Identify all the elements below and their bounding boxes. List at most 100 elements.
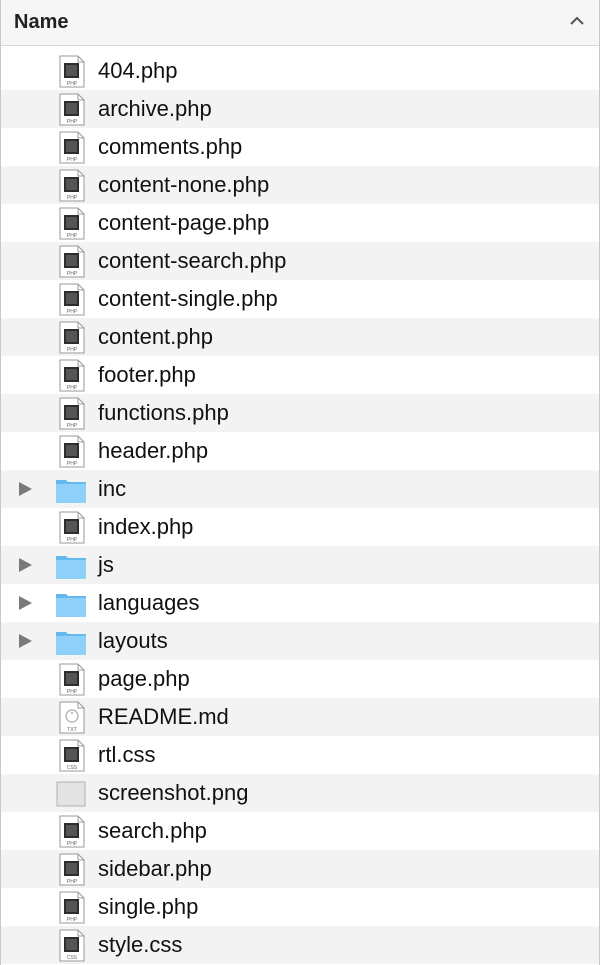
php-file-icon: PHP [59,815,85,848]
svg-text:PHP: PHP [67,537,78,543]
folder-icon [56,632,86,655]
php-file-icon: PHP [59,207,85,240]
file-name: sidebar.php [98,856,212,881]
svg-text:PHP: PHP [67,385,78,391]
name-column-header[interactable]: Name [1,0,599,46]
file-row[interactable]: CSS rtl.css [1,736,599,774]
php-file-icon: PHP [59,245,85,278]
file-name: single.php [98,894,199,919]
svg-text:PHP: PHP [67,233,78,239]
folder-icon [56,594,86,617]
php-file-icon: PHP [59,663,85,696]
file-name: content-none.php [98,172,270,197]
php-file-icon: PHP [59,511,85,544]
svg-text:TXT: TXT [67,727,76,733]
file-name: content-single.php [98,286,278,311]
php-file-icon: PHP [59,131,85,164]
disclosure-triangle-icon[interactable] [19,558,32,572]
file-name: screenshot.png [98,780,249,805]
folder-icon [56,556,86,579]
file-name: page.php [98,666,190,691]
file-name: footer.php [98,362,196,387]
folder-row[interactable]: inc [1,470,599,508]
php-file-icon: PHP [59,321,85,354]
file-name: search.php [98,818,207,843]
svg-text:PHP: PHP [67,347,78,353]
file-name: functions.php [98,400,229,425]
finder-list-view: Name PHP 404.php PHP archive.php PHP comments… [0,0,600,965]
disclosure-triangle-icon[interactable] [19,482,32,496]
php-file-icon: PHP [59,283,85,316]
php-file-icon: PHP [59,93,85,126]
php-file-icon: PHP [59,853,85,886]
md-file-icon: TXT [59,701,85,734]
file-row[interactable]: PHP search.php [1,812,599,850]
file-row[interactable]: PHP page.php [1,660,599,698]
file-row[interactable]: PHP content-none.php [1,166,599,204]
php-file-icon: PHP [59,169,85,202]
file-row[interactable]: PHP footer.php [1,356,599,394]
file-row[interactable]: PHP single.php [1,888,599,926]
file-name: style.css [98,932,183,957]
svg-text:PHP: PHP [67,841,78,847]
file-list: PHP 404.php PHP archive.php PHP comments.php P… [1,52,599,964]
file-row[interactable]: PHP sidebar.php [1,850,599,888]
svg-text:PHP: PHP [67,917,78,923]
file-name: languages [98,590,200,615]
svg-text:PHP: PHP [67,157,78,163]
svg-text:PHP: PHP [67,271,78,277]
php-file-icon: PHP [59,435,85,468]
file-name: rtl.css [98,742,156,767]
folder-row[interactable]: layouts [1,622,599,660]
svg-text:CSS: CSS [67,765,78,771]
file-name: layouts [98,628,168,653]
file-row[interactable]: PHP 404.php [1,52,599,90]
file-row[interactable]: PHP functions.php [1,394,599,432]
svg-text:CSS: CSS [67,955,78,961]
folder-row[interactable]: languages [1,584,599,622]
file-name: index.php [98,514,194,539]
php-file-icon: PHP [59,55,85,88]
file-row[interactable]: TXT README.md [1,698,599,736]
css-file-icon: CSS [59,929,85,962]
file-name: js [98,552,114,577]
file-name: 404.php [98,58,178,83]
chevron-up-icon[interactable] [569,13,585,29]
file-name: archive.php [98,96,212,121]
file-row[interactable]: CSS style.css [1,926,599,964]
file-name: inc [98,476,127,501]
file-name: README.md [98,704,229,729]
file-row[interactable]: PHP content-search.php [1,242,599,280]
file-row[interactable]: PHP header.php [1,432,599,470]
svg-text:PHP: PHP [67,461,78,467]
svg-text:PHP: PHP [67,81,78,87]
svg-text:PHP: PHP [67,119,78,125]
svg-text:PHP: PHP [67,309,78,315]
folder-row[interactable]: js [1,546,599,584]
svg-text:PHP: PHP [67,195,78,201]
file-name: content.php [98,324,213,349]
image-file-icon [56,781,86,807]
file-row[interactable]: PHP content-single.php [1,280,599,318]
file-row[interactable]: PHP index.php [1,508,599,546]
svg-text:PHP: PHP [67,689,78,695]
file-name: comments.php [98,134,243,159]
file-row[interactable]: PHP archive.php [1,90,599,128]
svg-text:PHP: PHP [67,423,78,429]
file-row[interactable]: screenshot.png [1,774,599,812]
file-name: content-search.php [98,248,287,273]
file-row[interactable]: PHP content.php [1,318,599,356]
php-file-icon: PHP [59,397,85,430]
file-name: header.php [98,438,209,463]
php-file-icon: PHP [59,891,85,924]
file-name: content-page.php [98,210,270,235]
disclosure-triangle-icon[interactable] [19,596,32,610]
folder-icon [56,480,86,503]
php-file-icon: PHP [59,359,85,392]
file-row[interactable]: PHP comments.php [1,128,599,166]
svg-text:PHP: PHP [67,879,78,885]
css-file-icon: CSS [59,739,85,772]
disclosure-triangle-icon[interactable] [19,634,32,648]
column-title: Name [14,11,69,33]
file-row[interactable]: PHP content-page.php [1,204,599,242]
